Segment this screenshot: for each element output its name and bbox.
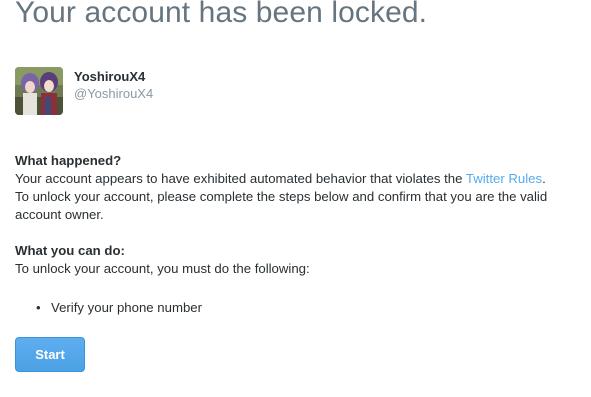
screen-name: @YoshirouX4 xyxy=(74,86,154,101)
what-happened-text: Your account appears to have exhibited a… xyxy=(15,171,466,186)
what-happened-line-3: account owner. xyxy=(15,207,104,222)
list-item: • Verify your phone number xyxy=(36,299,202,317)
what-happened-line-2: To unlock your account, please complete … xyxy=(15,189,548,204)
display-name: YoshirouX4 xyxy=(74,69,146,84)
what-you-can-do-section: What you can do: To unlock your account,… xyxy=(15,242,591,278)
step-label: Verify your phone number xyxy=(51,300,203,315)
what-happened-period: . xyxy=(542,171,546,186)
start-button[interactable]: Start xyxy=(15,337,85,372)
bullet-icon: • xyxy=(36,300,41,315)
twitter-rules-link[interactable]: Twitter Rules xyxy=(466,171,542,186)
account-locked-page: Your account has been locked. YoshirouX4… xyxy=(0,0,591,397)
steps-list: • Verify your phone number xyxy=(36,299,202,317)
what-you-can-do-intro: To unlock your account, you must do the … xyxy=(15,261,310,276)
what-you-can-do-heading: What you can do: xyxy=(15,243,125,258)
what-happened-line-1: Your account appears to have exhibited a… xyxy=(15,170,591,188)
what-happened-section: What happened? Your account appears to h… xyxy=(15,152,591,224)
avatar xyxy=(15,67,63,115)
page-title: Your account has been locked. xyxy=(15,0,428,29)
what-happened-heading: What happened? xyxy=(15,153,122,168)
